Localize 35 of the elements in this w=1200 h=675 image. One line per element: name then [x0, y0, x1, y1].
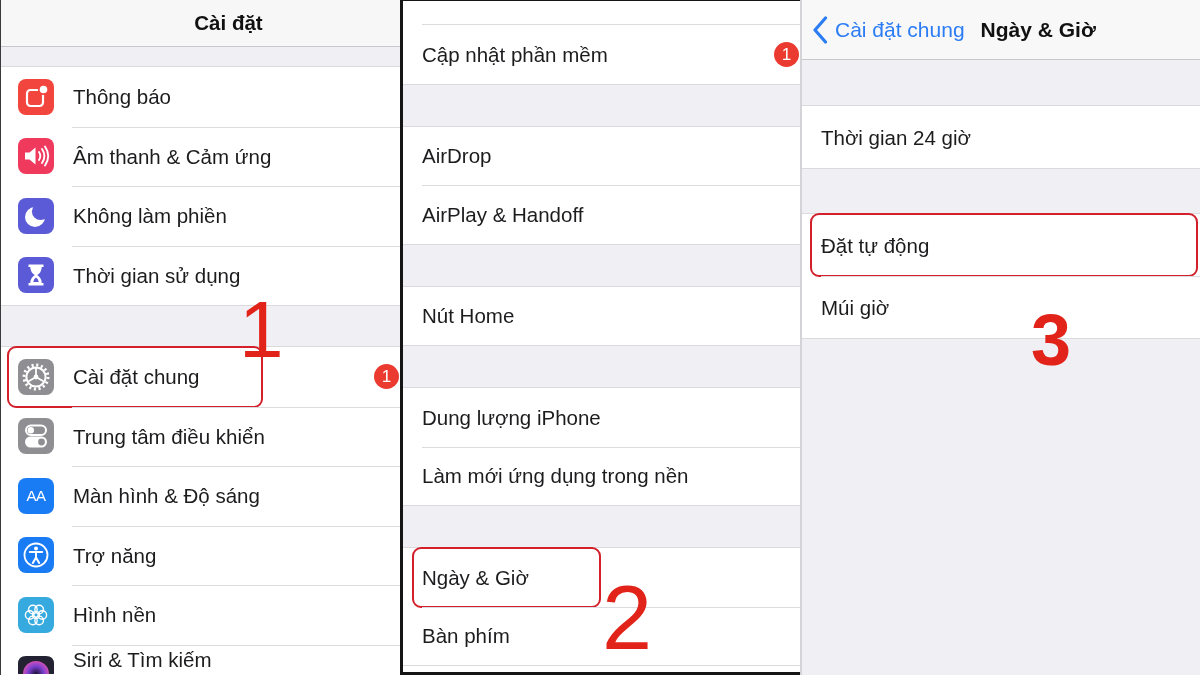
settings-item[interactable]: Trung tâm điều khiển	[1, 406, 400, 466]
settings-item[interactable]: Cập nhật phần mềm 1	[403, 25, 800, 84]
settings-item[interactable]: Siri & Tìm kiếm	[1, 644, 400, 675]
step-number: 3	[1031, 304, 1072, 376]
notification-badge: 1	[374, 364, 399, 390]
settings-item[interactable]: Nút Home	[403, 286, 800, 345]
notification-icon	[18, 78, 54, 115]
speaker-icon	[18, 138, 54, 175]
toggle-switches-icon	[18, 418, 54, 455]
settings-item[interactable]: AA Màn hình & Độ sáng	[1, 466, 400, 526]
settings-item[interactable]: AirPlay & Handoff	[403, 185, 800, 244]
notification-badge: 1	[774, 41, 799, 67]
flower-icon	[18, 596, 54, 633]
settings-item[interactable]: Đặt tự động	[802, 214, 1200, 276]
accessibility-icon	[18, 537, 54, 574]
text-size-icon: AA	[18, 477, 54, 514]
nav-title: Ngày & Giờ	[980, 16, 1096, 43]
settings-item[interactable]: Làm mới ứng dụng trong nền	[403, 446, 800, 505]
chevron-left-icon	[812, 15, 828, 44]
settings-item[interactable]: Thời gian 24 giờ	[802, 106, 1200, 168]
gear-icon	[18, 358, 54, 395]
step-number: 1	[239, 290, 284, 370]
settings-item[interactable]: Thông báo	[1, 67, 400, 127]
page-title: Cài đặt	[194, 11, 263, 35]
settings-item[interactable]: Hình nền	[1, 585, 400, 645]
back-button[interactable]: Cài đặt chung	[812, 15, 965, 44]
settings-item[interactable]: Trợ năng	[1, 525, 400, 585]
moon-icon	[18, 197, 54, 234]
settings-item[interactable]: Không làm phiền	[1, 186, 400, 246]
hourglass-icon	[18, 257, 54, 294]
step-number: 2	[602, 573, 653, 663]
settings-item[interactable]: Dung lượng iPhone	[403, 388, 800, 447]
settings-item[interactable]: Âm thanh & Cảm ứng	[1, 126, 400, 186]
settings-item[interactable]: AirDrop	[403, 126, 800, 185]
orb-icon	[18, 655, 54, 674]
